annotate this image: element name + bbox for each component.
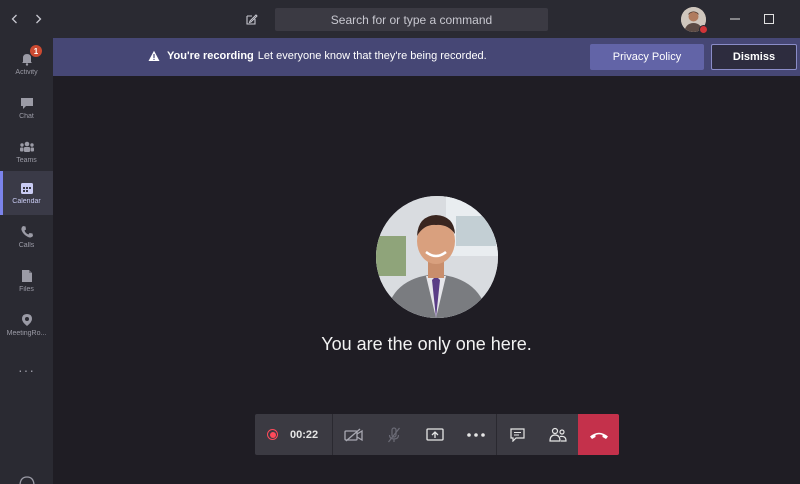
presence-status-icon	[699, 25, 708, 34]
call-status-text: You are the only one here.	[321, 334, 532, 354]
rail-item-label: MeetingRo...	[6, 330, 47, 337]
rail-item-label: Calls	[18, 242, 35, 249]
chat-icon	[510, 427, 525, 442]
share-screen-icon	[426, 427, 444, 441]
rail-item-activity[interactable]: 1 Activity	[0, 42, 53, 86]
call-timer: 00:22	[290, 428, 319, 441]
activity-badge: 1	[30, 45, 42, 57]
minimize-icon[interactable]	[724, 8, 746, 30]
rail-item-label: Files	[19, 286, 34, 293]
mute-button[interactable]	[374, 414, 415, 455]
avatar[interactable]	[681, 7, 708, 34]
warning-icon	[148, 50, 160, 61]
hang-up-icon	[589, 432, 608, 439]
show-conversation-button[interactable]	[497, 414, 538, 455]
help-icon[interactable]	[18, 474, 36, 484]
more-icon	[466, 432, 485, 437]
rail-item-label: Activity	[15, 69, 38, 76]
rail-item-meetingrooms[interactable]: MeetingRo...	[0, 303, 53, 347]
privacy-policy-button[interactable]: Privacy Policy	[590, 44, 704, 70]
microphone-off-icon	[388, 426, 401, 442]
recording-indicator: 00:22	[255, 414, 332, 455]
show-participants-button[interactable]	[538, 414, 579, 455]
phone-icon	[20, 226, 33, 238]
recording-message: Let everyone know that they're being rec…	[257, 50, 487, 62]
share-screen-button[interactable]	[415, 414, 456, 455]
more-actions-button[interactable]	[455, 414, 496, 455]
app-rail: 1 Activity Chat Teams Calendar Calls Fil…	[0, 38, 53, 484]
rail-item-files[interactable]: Files	[0, 259, 53, 303]
recording-title: You're recording	[167, 50, 254, 62]
maximize-icon[interactable]	[758, 8, 780, 30]
hang-up-button[interactable]	[578, 414, 619, 455]
calendar-icon	[20, 183, 33, 194]
camera-toggle-button[interactable]	[333, 414, 374, 455]
file-icon	[21, 270, 32, 282]
rail-item-label: Teams	[16, 157, 37, 164]
rail-item-calendar[interactable]: Calendar	[0, 171, 53, 215]
rail-item-teams[interactable]: Teams	[0, 130, 53, 174]
chat-icon	[20, 98, 33, 109]
more-apps-button[interactable]: ···	[0, 360, 53, 380]
compose-icon[interactable]	[240, 8, 262, 30]
search-input[interactable]: Search for or type a command	[275, 8, 548, 31]
title-bar: Search for or type a command	[0, 0, 800, 38]
back-arrow-icon[interactable]	[4, 8, 26, 30]
rail-item-label: Calendar	[12, 198, 41, 205]
rail-item-chat[interactable]: Chat	[0, 86, 53, 130]
call-controls: 00:22	[255, 414, 619, 455]
participant-avatar	[376, 196, 498, 318]
location-pin-icon	[21, 314, 32, 326]
rail-item-calls[interactable]: Calls	[0, 215, 53, 259]
record-icon	[267, 429, 278, 440]
teams-icon	[19, 141, 34, 152]
participants-icon	[549, 427, 567, 442]
forward-arrow-icon[interactable]	[27, 8, 49, 30]
dismiss-button[interactable]: Dismiss	[711, 44, 797, 70]
recording-notice: You're recording Let everyone know that …	[148, 50, 487, 62]
rail-item-label: Chat	[19, 113, 34, 120]
recording-banner: You're recording Let everyone know that …	[53, 38, 800, 76]
camera-off-icon	[344, 428, 363, 441]
